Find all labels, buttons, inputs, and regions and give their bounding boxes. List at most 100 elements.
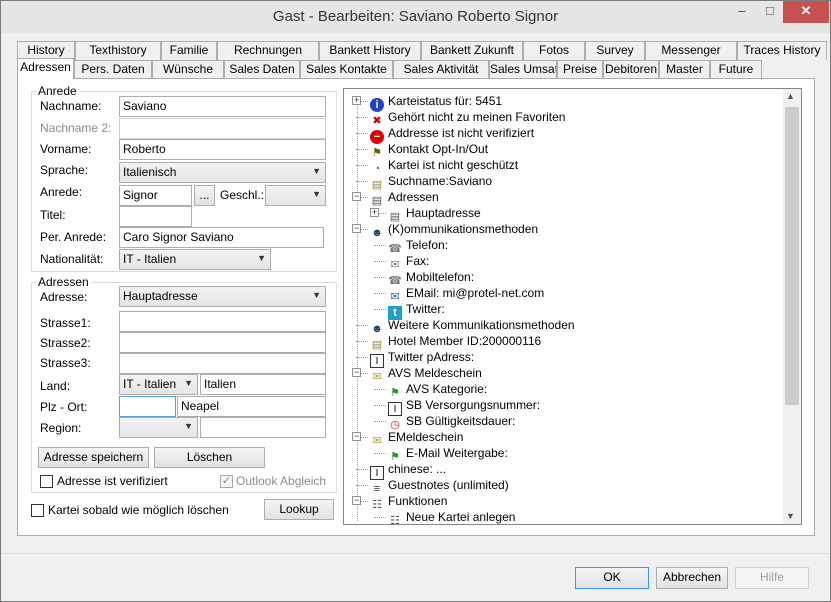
tree-connector bbox=[356, 133, 368, 134]
lookup-button[interactable]: Lookup bbox=[264, 499, 334, 520]
tree-node[interactable]: ⚑ AVS Kategorie: bbox=[388, 381, 487, 399]
tree-node[interactable]: ☻ (K)ommunikationsmethoden bbox=[370, 221, 538, 239]
tab-bankett-history[interactable]: Bankett History bbox=[319, 41, 421, 60]
strasse1-field[interactable] bbox=[119, 311, 326, 332]
cancel-button[interactable]: Abbrechen bbox=[656, 567, 728, 589]
collapse-icon[interactable]: − bbox=[352, 496, 361, 505]
expand-icon[interactable]: + bbox=[352, 96, 361, 105]
close-button[interactable]: ✕ bbox=[783, 1, 829, 23]
tab-future[interactable]: Future bbox=[710, 60, 762, 79]
nationalitaet-select[interactable]: IT - Italien ▼ bbox=[119, 249, 271, 270]
anrede-field[interactable]: Signor bbox=[119, 185, 192, 206]
scroll-down-icon[interactable]: ▼ bbox=[786, 511, 795, 521]
scroll-up-icon[interactable]: ▲ bbox=[786, 91, 795, 101]
tree-node-label: Kartei ist nicht geschützt bbox=[388, 158, 519, 172]
tree-connector bbox=[374, 421, 386, 422]
tree-node[interactable]: I SB Versorgungsnummer: bbox=[388, 397, 540, 416]
delete-address-button[interactable]: Löschen bbox=[154, 447, 265, 468]
vorname-field[interactable]: Roberto bbox=[119, 139, 326, 160]
help-button[interactable]: Hilfe bbox=[735, 567, 809, 589]
tab-rechnungen[interactable]: Rechnungen bbox=[217, 41, 319, 60]
nachname-field[interactable]: Saviano bbox=[119, 96, 326, 117]
tab-traces-history[interactable]: Traces History bbox=[737, 41, 827, 60]
tab-adressen[interactable]: Adressen bbox=[17, 58, 74, 79]
collapse-icon[interactable]: − bbox=[352, 432, 361, 441]
strasse3-field[interactable] bbox=[119, 353, 326, 374]
tab-pers-daten[interactable]: Pers. Daten bbox=[74, 60, 152, 79]
guest-status-tree[interactable]: i Karteistatus für: 5451 + ✖ Gehört nicht zu… bbox=[343, 88, 802, 525]
tab-preise[interactable]: Preise bbox=[557, 60, 603, 79]
sprache-select[interactable]: Italienisch ▼ bbox=[119, 162, 326, 183]
tab-sales-daten[interactable]: Sales Daten bbox=[224, 60, 300, 79]
tree-node[interactable]: ⚑ Kontakt Opt-In/Out bbox=[370, 141, 488, 159]
tree-node[interactable]: ⚑ E-Mail Weitergabe: bbox=[388, 445, 508, 463]
minimize-button[interactable]: – bbox=[728, 1, 756, 23]
tree-node[interactable]: ✉ EMail: mi@protel-net.com bbox=[388, 285, 544, 303]
tree-node[interactable]: ▤ Hauptadresse bbox=[388, 205, 481, 223]
tab-familie[interactable]: Familie bbox=[161, 41, 217, 60]
outlook-sync-checkbox[interactable]: ✓ bbox=[220, 475, 233, 488]
tree-node[interactable]: ▤ Suchname:Saviano bbox=[370, 173, 492, 191]
tree-node-label: Karteistatus für: 5451 bbox=[388, 94, 503, 108]
tree-scrollbar-thumb[interactable] bbox=[785, 107, 799, 405]
tab-sales-aktivität[interactable]: Sales Aktivität bbox=[393, 60, 489, 79]
anrede-browse-button[interactable]: ... bbox=[194, 185, 215, 206]
tab-bankett-zukunft[interactable]: Bankett Zukunft bbox=[421, 41, 523, 60]
strasse2-field[interactable] bbox=[119, 332, 326, 353]
tree-node[interactable]: i Karteistatus für: 5451 bbox=[370, 93, 503, 112]
tab-sales-umsatz[interactable]: Sales Umsatz bbox=[489, 60, 557, 79]
nachname2-field[interactable] bbox=[119, 118, 326, 139]
collapse-icon[interactable]: − bbox=[352, 192, 361, 201]
tree-connector bbox=[374, 517, 386, 518]
tab-texthistory[interactable]: Texthistory bbox=[75, 41, 161, 60]
tree-node[interactable]: ▤ Adressen bbox=[370, 189, 439, 207]
maximize-button[interactable]: □ bbox=[756, 1, 784, 23]
land-name-field[interactable]: Italien bbox=[200, 374, 326, 395]
tab-debitoren[interactable]: Debitoren bbox=[603, 60, 659, 79]
tree-node[interactable]: ☎ Telefon: bbox=[388, 237, 448, 255]
land-code-value: IT - Italien bbox=[123, 377, 177, 391]
tab-master[interactable]: Master bbox=[659, 60, 710, 79]
tree-node[interactable]: ▤ Hotel Member ID:200000116 bbox=[370, 333, 541, 351]
geschlecht-select[interactable]: ▼ bbox=[265, 185, 326, 206]
address-verified-checkbox[interactable] bbox=[40, 475, 53, 488]
tab-messenger[interactable]: Messenger bbox=[645, 41, 737, 60]
land-select[interactable]: IT - Italien ▼ bbox=[119, 374, 198, 395]
plz-field[interactable] bbox=[119, 396, 176, 417]
tab-survey[interactable]: Survey bbox=[585, 41, 645, 60]
tab-wünsche[interactable]: Wünsche bbox=[152, 60, 224, 79]
tree-node[interactable]: ◔ Kartei ist nicht geschützt bbox=[370, 157, 519, 175]
tree-node[interactable]: ☷ Funktionen bbox=[370, 493, 447, 511]
ok-button[interactable]: OK bbox=[575, 567, 649, 589]
adresse-select[interactable]: Hauptadresse ▼ bbox=[119, 286, 326, 307]
adressen-group-caption: Adressen bbox=[36, 275, 91, 289]
save-address-button[interactable]: Adresse speichern bbox=[38, 447, 149, 468]
chevron-down-icon: ▼ bbox=[184, 421, 193, 431]
tree-node[interactable]: ☻ Weitere Kommunikationsmethoden bbox=[370, 317, 575, 335]
region-select[interactable]: ▼ bbox=[119, 417, 198, 438]
tree-node[interactable]: ✉ EMeldeschein bbox=[370, 429, 463, 447]
tree-node-label: Weitere Kommunikationsmethoden bbox=[388, 318, 575, 332]
tab-sales-kontakte[interactable]: Sales Kontakte bbox=[300, 60, 393, 79]
tree-node[interactable]: ≡ Guestnotes (unlimited) bbox=[370, 477, 509, 495]
titel-field[interactable] bbox=[119, 206, 192, 227]
per-anrede-field[interactable]: Caro Signor Saviano bbox=[119, 227, 324, 248]
tree-node[interactable]: ◷ SB Gültigkeitsdauer: bbox=[388, 413, 515, 431]
collapse-icon[interactable]: − bbox=[352, 368, 361, 377]
tab-fotos[interactable]: Fotos bbox=[523, 41, 585, 60]
tree-connector bbox=[356, 357, 368, 358]
tree-node[interactable]: ✖ Gehört nicht zu meinen Favoriten bbox=[370, 109, 565, 127]
collapse-icon[interactable]: − bbox=[352, 224, 361, 233]
tree-node[interactable]: ☎ Mobiltelefon: bbox=[388, 269, 474, 287]
tree-node[interactable]: − Addresse ist nicht verifiziert bbox=[370, 125, 534, 144]
ort-field[interactable]: Neapel bbox=[177, 396, 326, 417]
tree-node[interactable]: ☷ Neue Kartei anlegen bbox=[388, 509, 515, 524]
delete-asap-checkbox[interactable] bbox=[31, 504, 44, 517]
region-text-field[interactable] bbox=[200, 417, 326, 438]
tree-node[interactable]: ✉ AVS Meldeschein bbox=[370, 365, 481, 383]
tree-node[interactable]: Ichinese: ... bbox=[370, 461, 446, 480]
expand-icon[interactable]: + bbox=[370, 208, 379, 217]
tree-node[interactable]: I Twitter pAdress: bbox=[370, 349, 474, 368]
tree-node[interactable]: ✉ Fax: bbox=[388, 253, 429, 271]
tree-node[interactable]: t Twitter: bbox=[388, 301, 445, 320]
